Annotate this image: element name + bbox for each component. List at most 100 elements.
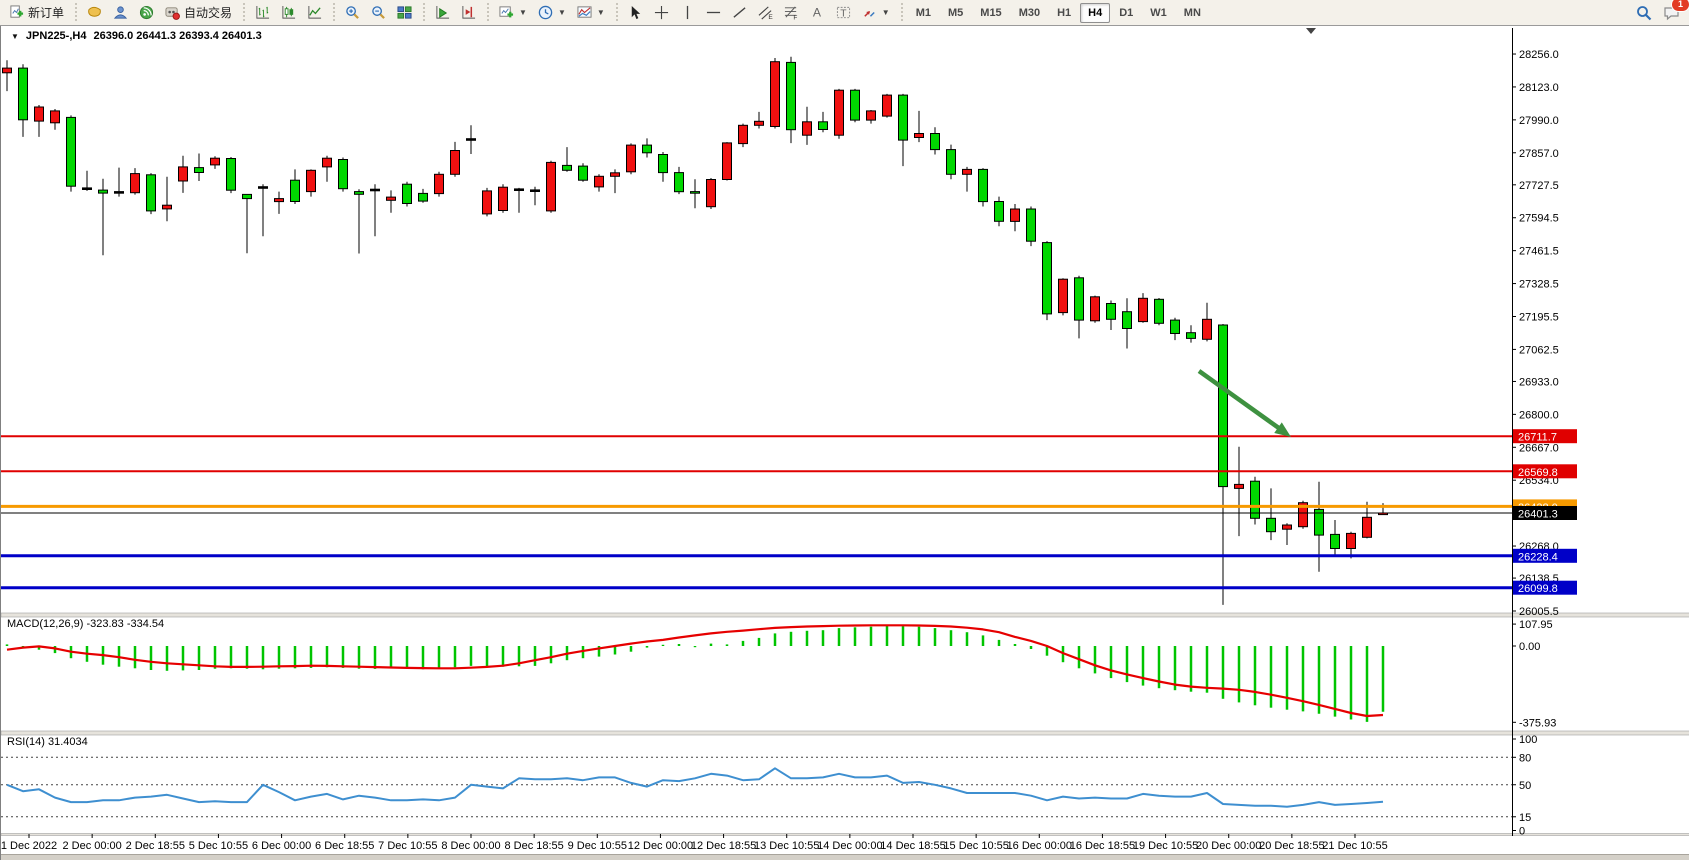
fibonacci-tool-button[interactable]: F: [779, 0, 804, 26]
timeframe-M5[interactable]: M5: [940, 3, 971, 23]
candle: [339, 158, 348, 192]
price-level-badge-text: 26711.7: [1518, 432, 1557, 444]
candle: [291, 169, 300, 204]
toolbar-separator: [330, 3, 337, 23]
profiles-icon: [87, 5, 102, 20]
zoom-out-button[interactable]: [366, 0, 391, 26]
candle: [1027, 207, 1036, 247]
line-chart-button[interactable]: [302, 0, 327, 26]
timeframe-H4[interactable]: H4: [1080, 3, 1110, 23]
rsi-axis-label: 100: [1519, 734, 1537, 746]
price-axis-label: 27461.5: [1519, 246, 1559, 258]
pane-separator[interactable]: [1, 834, 1689, 836]
channel-tool-button[interactable]: E: [753, 0, 778, 26]
timeframe-M1[interactable]: M1: [908, 3, 939, 23]
candle: [739, 124, 748, 148]
notifications-button[interactable]: 1: [1658, 0, 1685, 26]
arrows-tool-button[interactable]: ▼: [857, 0, 895, 26]
annotation-arrow[interactable]: [1199, 371, 1283, 431]
price-axis-label: 28123.0: [1519, 82, 1559, 94]
chart-ohlc-values: 26396.0 26441.3 26393.4 26401.3: [93, 30, 261, 42]
cursor-icon: [628, 5, 643, 20]
zoom-in-button[interactable]: [340, 0, 365, 26]
time-axis-label: 19 Dec 10:55: [1133, 840, 1198, 852]
price-axis-label: 26800.0: [1519, 409, 1559, 421]
cursor-tool-button[interactable]: [623, 0, 648, 26]
timeframe-M15[interactable]: M15: [972, 3, 1009, 23]
symbol-dropdown-icon[interactable]: ▼: [11, 32, 19, 41]
candle: [1075, 276, 1084, 339]
timeframe-bar: M1M5M15M30H1H4D1W1MN: [908, 3, 1209, 23]
candle: [803, 107, 812, 145]
candlestick-chart-button[interactable]: [276, 0, 301, 26]
new-order-button[interactable]: 新订单: [4, 0, 69, 26]
time-axis-label: 7 Dec 10:55: [378, 840, 437, 852]
timeframe-MN[interactable]: MN: [1176, 3, 1209, 23]
auto-scroll-button[interactable]: [430, 0, 455, 26]
profiles-button[interactable]: [82, 0, 107, 26]
bar-chart-button[interactable]: [250, 0, 275, 26]
periods-button[interactable]: ▼: [533, 0, 571, 26]
candle: [275, 192, 284, 214]
tile-windows-button[interactable]: [392, 0, 417, 26]
candle: [51, 109, 60, 130]
timeframe-M30[interactable]: M30: [1011, 3, 1048, 23]
price-axis-label: 27857.0: [1519, 148, 1559, 160]
candle: [451, 142, 460, 177]
arrows-icon: [862, 5, 877, 20]
time-axis-label: 5 Dec 10:55: [189, 840, 248, 852]
candle: [643, 138, 652, 157]
candle: [1283, 523, 1292, 545]
candle: [1219, 324, 1228, 605]
community-button[interactable]: [108, 0, 133, 26]
chart-shift-marker[interactable]: [1306, 28, 1316, 34]
candle: [1091, 296, 1100, 323]
dropdown-caret-icon: ▼: [558, 8, 566, 17]
candle: [19, 64, 28, 137]
candle: [1043, 241, 1052, 320]
chart-shift-button[interactable]: [456, 0, 481, 26]
pane-separator[interactable]: [1, 731, 1689, 735]
autotrading-button[interactable]: 自动交易: [160, 0, 237, 26]
chart-shift-icon: [461, 5, 476, 20]
timeframe-D1[interactable]: D1: [1111, 3, 1141, 23]
candle: [1267, 488, 1276, 540]
vertical-line-tool-button[interactable]: [675, 0, 700, 26]
search-button[interactable]: [1631, 0, 1657, 26]
new-chart-button[interactable]: ▼: [494, 0, 532, 26]
candle: [755, 112, 764, 129]
price-axis-label: 26005.5: [1519, 606, 1559, 618]
candle: [371, 184, 380, 236]
signals-button[interactable]: [134, 0, 159, 26]
chart-title-row: ▼ JPN225-,H4 26396.0 26441.3 26393.4 264…: [11, 30, 262, 42]
tile-windows-icon: [397, 5, 412, 20]
candle: [467, 125, 476, 154]
pane-separator[interactable]: [1, 613, 1689, 617]
candle: [3, 60, 12, 91]
horizontal-line-tool-button[interactable]: [701, 0, 726, 26]
chart-window[interactable]: 28256.028123.027990.027857.027727.527594…: [0, 26, 1689, 860]
toolbar-separator: [613, 3, 620, 23]
candle: [1251, 477, 1260, 525]
time-axis-label: 14 Dec 00:00: [817, 840, 882, 852]
templates-button[interactable]: ▼: [572, 0, 610, 26]
chart-canvas[interactable]: 28256.028123.027990.027857.027727.527594…: [1, 26, 1689, 860]
autotrading-label: 自动交易: [184, 4, 232, 21]
candle: [1171, 318, 1180, 340]
time-axis[interactable]: 1 Dec 20222 Dec 00:002 Dec 18:555 Dec 10…: [1, 837, 1689, 854]
candle: [179, 156, 188, 193]
candle: [819, 112, 828, 132]
trendline-tool-button[interactable]: [727, 0, 752, 26]
candle: [163, 177, 172, 222]
crosshair-tool-button[interactable]: [649, 0, 674, 26]
text-label-tool-button[interactable]: T: [831, 0, 856, 26]
new-order-icon: [9, 5, 24, 20]
candle: [67, 115, 76, 191]
candle: [531, 187, 540, 206]
text-tool-button[interactable]: A: [805, 0, 830, 26]
rsi-label: RSI(14) 31.4034: [7, 736, 88, 748]
candle: [323, 156, 332, 182]
candle: [243, 194, 252, 253]
timeframe-H1[interactable]: H1: [1049, 3, 1079, 23]
timeframe-W1[interactable]: W1: [1142, 3, 1175, 23]
